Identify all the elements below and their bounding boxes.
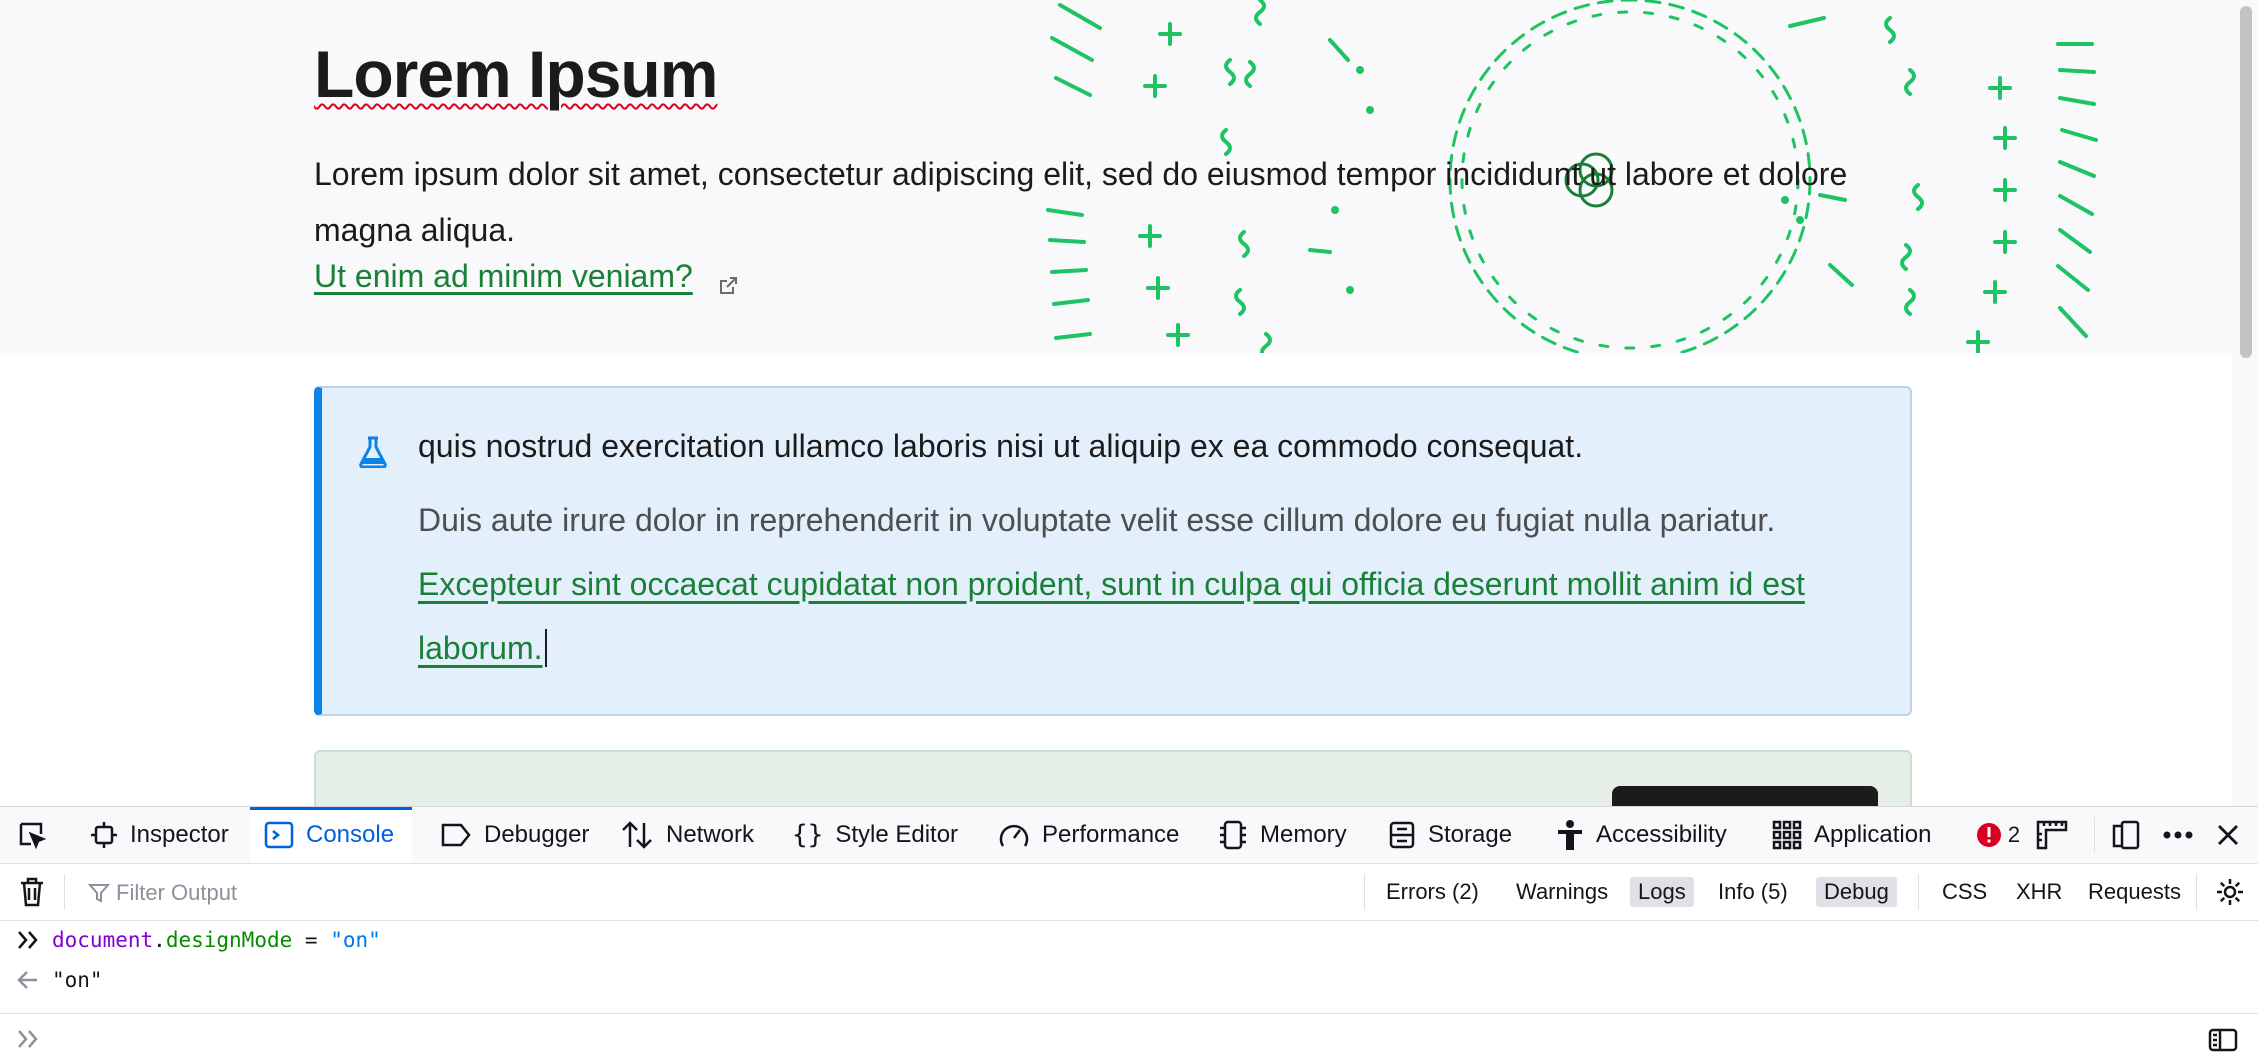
filter-xhr-button[interactable]: XHR	[2008, 877, 2070, 907]
console-settings-gear-icon[interactable]	[2210, 864, 2250, 920]
filter-debug-button[interactable]: Debug	[1816, 877, 1897, 907]
filter-requests-button[interactable]: Requests	[2080, 877, 2189, 907]
devtools-toolbar: Inspector Console Debugger Network {} St…	[0, 807, 2258, 864]
filter-separator	[1364, 874, 1365, 910]
hero-section: Lorem Ipsum Lorem ipsum dolor sit amet, …	[0, 0, 2232, 353]
page-scrollbar-thumb[interactable]	[2240, 6, 2252, 358]
filter-separator	[64, 874, 65, 910]
flask-icon	[358, 436, 388, 473]
inspector-icon	[91, 822, 117, 848]
network-icon	[622, 821, 652, 849]
console-filter-bar: Errors (2) Warnings Logs Info (5) Debug …	[0, 864, 2258, 921]
tab-style-editor[interactable]: {} Style Editor	[782, 807, 968, 863]
tab-debugger[interactable]: Debugger	[430, 807, 599, 863]
page-title: Lorem Ipsum	[314, 36, 718, 112]
console-input-line[interactable]: document.designMode = "on"	[0, 921, 2258, 961]
performance-icon	[999, 824, 1029, 847]
experimental-note-box: quis nostrud exercitation ullamco labori…	[314, 386, 1912, 716]
text-caret	[544, 629, 547, 667]
devtools-panel: Inspector Console Debugger Network {} St…	[0, 806, 2258, 1059]
tab-label: Debugger	[484, 821, 590, 848]
filter-css-button[interactable]: CSS	[1934, 877, 1995, 907]
filter-separator	[2196, 874, 2197, 910]
page-scrollbar[interactable]	[2232, 0, 2258, 806]
filter-separator	[1918, 874, 1919, 910]
hero-external-link[interactable]: Ut enim ad minim veniam?	[314, 258, 693, 295]
memory-icon	[1220, 820, 1246, 850]
hero-paragraph[interactable]: Lorem ipsum dolor sit amet, consectetur …	[314, 146, 1874, 258]
debugger-icon	[441, 823, 471, 847]
element-picker-icon[interactable]	[10, 807, 54, 863]
trash-icon[interactable]	[12, 864, 52, 920]
code-property: designMode	[165, 928, 293, 952]
style-editor-icon: {}	[792, 820, 824, 850]
page-title-text: Lorem Ipsum	[314, 37, 718, 111]
toolbar-separator	[2094, 817, 2095, 853]
accessibility-icon	[1558, 820, 1582, 850]
console-result-line[interactable]: "on"	[0, 961, 2258, 1001]
console-input-field[interactable]	[0, 1013, 2258, 1060]
code-dot: .	[153, 928, 166, 952]
tab-label: Console	[306, 821, 395, 848]
tab-inspector[interactable]: Inspector	[80, 807, 239, 863]
tab-performance[interactable]: Performance	[988, 807, 1189, 863]
tab-label: Performance	[1042, 821, 1180, 848]
note-body[interactable]: Duis aute irure dolor in reprehenderit i…	[418, 488, 1908, 680]
tab-accessibility[interactable]: Accessibility	[1546, 807, 1737, 863]
input-prompt-icon	[18, 931, 38, 949]
tab-memory[interactable]: Memory	[1208, 807, 1357, 863]
console-icon	[264, 821, 294, 849]
tab-network[interactable]: Network	[610, 807, 764, 863]
tab-label: Accessibility	[1596, 821, 1727, 848]
filter-warnings-button[interactable]: Warnings	[1508, 877, 1616, 907]
console-result-value: "on"	[52, 968, 103, 992]
tab-storage[interactable]: Storage	[1378, 807, 1522, 863]
error-icon	[1976, 823, 2001, 847]
storage-icon	[1389, 821, 1415, 849]
hero-link-label[interactable]: Ut enim ad minim veniam?	[314, 258, 693, 294]
code-value: "on"	[330, 928, 381, 952]
note-link[interactable]: Excepteur sint occaecat cupidatat non pr…	[418, 566, 1805, 666]
note-body-text[interactable]: Duis aute irure dolor in reprehenderit i…	[418, 502, 1775, 538]
more-options-icon[interactable]	[2158, 807, 2198, 863]
tab-label: Style Editor	[835, 821, 959, 848]
input-prompt-icon	[18, 1030, 38, 1048]
tab-console[interactable]: Console	[250, 807, 413, 863]
rulers-icon[interactable]	[2032, 807, 2072, 863]
console-input-code: document.designMode = "on"	[52, 928, 381, 952]
tab-label: Storage	[1428, 821, 1513, 848]
error-count-button[interactable]: 2	[1968, 807, 2028, 863]
tab-application[interactable]: Application	[1762, 807, 1941, 863]
close-devtools-icon[interactable]	[2210, 807, 2246, 863]
application-icon	[1772, 820, 1802, 850]
external-link-icon	[716, 274, 740, 303]
tab-label: Application	[1814, 821, 1932, 848]
filter-info-button[interactable]: Info (5)	[1710, 877, 1796, 907]
tab-label: Network	[666, 821, 755, 848]
console-output: document.designMode = "on" "on"	[0, 921, 2258, 1059]
filter-errors-button[interactable]: Errors (2)	[1378, 877, 1487, 907]
editor-mode-toggle-icon[interactable]	[2208, 1028, 2238, 1052]
tab-label: Inspector	[130, 821, 229, 848]
code-operator: =	[292, 928, 331, 952]
result-arrow-icon	[17, 971, 37, 989]
note-heading[interactable]: quis nostrud exercitation ullamco labori…	[418, 428, 1583, 465]
web-page: Lorem Ipsum Lorem ipsum dolor sit amet, …	[0, 0, 2258, 806]
filter-output-input[interactable]	[82, 874, 1388, 912]
error-count: 2	[2007, 822, 2021, 847]
code-object: document	[52, 928, 154, 952]
responsive-design-icon[interactable]	[2106, 807, 2146, 863]
dark-cta-button[interactable]	[1612, 786, 1878, 806]
tab-label: Memory	[1260, 821, 1347, 848]
filter-logs-button[interactable]: Logs	[1630, 877, 1694, 907]
